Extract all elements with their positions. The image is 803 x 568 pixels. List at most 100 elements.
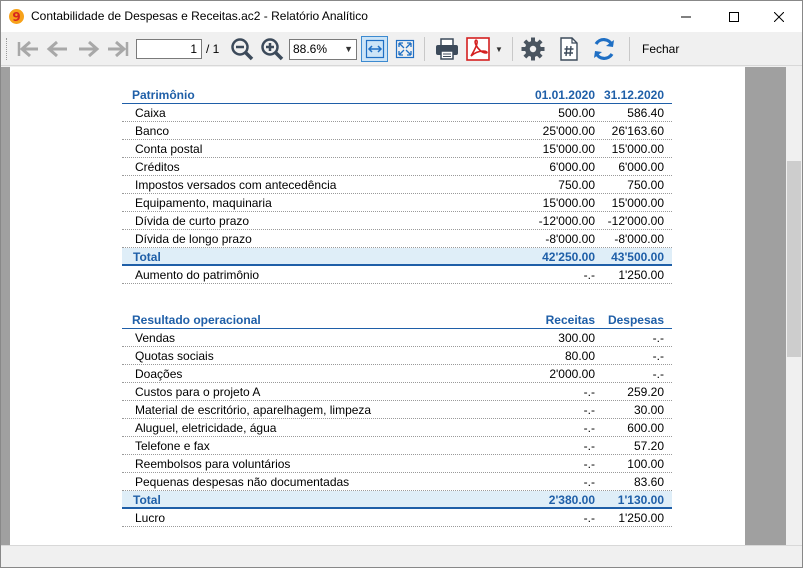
close-icon xyxy=(774,11,784,22)
app-logo-icon: 9 xyxy=(9,9,24,24)
profit-row: Lucro -.- 1'250.00 xyxy=(122,509,672,527)
close-window-button[interactable] xyxy=(756,1,802,32)
fit-width-button[interactable] xyxy=(361,36,388,62)
row-label: Quotas sociais xyxy=(135,349,214,363)
row-label: Dívida de curto prazo xyxy=(135,214,250,228)
row-value-col2: 1'250.00 xyxy=(618,511,664,525)
export-pdf-button[interactable] xyxy=(464,36,492,62)
total-label: Total xyxy=(133,493,161,507)
toolbar-grip[interactable] xyxy=(6,38,9,60)
operational-header-col2: Despesas xyxy=(607,313,664,327)
first-page-button[interactable] xyxy=(15,36,41,62)
first-page-icon xyxy=(17,40,38,58)
total-value-col1: 42'250.00 xyxy=(542,250,595,264)
row-value-col2: 1'250.00 xyxy=(618,268,664,282)
total-value-col2: 43'500.00 xyxy=(611,250,664,264)
equity-increase-row: Aumento do patrimônio -.- 1'250.00 xyxy=(122,266,672,284)
row-value-col1: 15'000.00 xyxy=(542,196,595,210)
row-value-col2: 57.20 xyxy=(633,439,664,453)
row-value-col1: 750.00 xyxy=(558,178,595,192)
status-bar xyxy=(1,545,802,567)
table-row: Aluguel, eletricidade, água -.- 600.00 xyxy=(122,419,672,437)
vertical-scrollbar[interactable] xyxy=(786,67,802,545)
page-number-input[interactable]: 1 xyxy=(136,39,202,59)
maximize-button[interactable] xyxy=(711,1,757,32)
row-value-col2: 26'163.60 xyxy=(611,124,664,138)
title-bar: 9 Contabilidade de Despesas e Receitas.a… xyxy=(1,1,802,32)
zoom-out-button[interactable] xyxy=(229,36,255,62)
toolbar: 1 / 1 88.6% ▼ ▼ Fechar xyxy=(1,32,802,66)
balance-header-col1: 01.01.2020 xyxy=(534,88,595,102)
operational-header-row: Resultado operacional Receitas Despesas xyxy=(122,311,672,329)
balance-header-label: Patrimônio xyxy=(132,88,195,102)
table-row: Créditos 6'000.00 6'000.00 xyxy=(122,158,672,176)
balance-header-col2: 31.12.2020 xyxy=(603,88,664,102)
row-label: Caixa xyxy=(135,106,166,120)
minimize-button[interactable] xyxy=(663,1,709,32)
row-value-col1: -.- xyxy=(583,268,595,282)
row-value-col2: 30.00 xyxy=(633,403,664,417)
settings-button[interactable] xyxy=(519,36,547,62)
row-value-col1: -.- xyxy=(583,385,595,399)
operational-header-label: Resultado operacional xyxy=(132,313,261,327)
table-row: Caixa 500.00 586.40 xyxy=(122,104,672,122)
toolbar-separator xyxy=(424,37,425,61)
previous-page-button[interactable] xyxy=(45,36,71,62)
row-value-col1: 500.00 xyxy=(558,106,595,120)
chevron-down-icon: ▼ xyxy=(344,44,353,54)
table-row: Telefone e fax -.- 57.20 xyxy=(122,437,672,455)
zoom-select[interactable]: 88.6% ▼ xyxy=(289,39,357,60)
row-value-col2: -.- xyxy=(652,331,664,345)
operational-header-col1: Receitas xyxy=(545,313,595,327)
row-label: Telefone e fax xyxy=(135,439,210,453)
row-label: Material de escritório, aparelhagem, lim… xyxy=(135,403,372,417)
refresh-icon xyxy=(594,38,614,60)
gear-icon xyxy=(521,37,545,61)
row-label: Lucro xyxy=(135,511,166,525)
row-value-col1: -.- xyxy=(583,457,595,471)
row-value-col1: -.- xyxy=(583,511,595,525)
row-value-col2: 6'000.00 xyxy=(618,160,664,174)
window-title: Contabilidade de Despesas e Receitas.ac2… xyxy=(31,9,368,23)
row-value-col2: -.- xyxy=(652,367,664,381)
balance-total-row: Total 42'250.00 43'500.00 xyxy=(122,248,672,266)
row-value-col2: 15'000.00 xyxy=(611,142,664,156)
last-page-button[interactable] xyxy=(105,36,131,62)
close-report-button[interactable]: Fechar xyxy=(642,42,679,56)
page-numbering-button[interactable] xyxy=(556,36,582,62)
row-value-col1: -12'000.00 xyxy=(538,214,595,228)
row-value-col2: 15'000.00 xyxy=(611,196,664,210)
zoom-in-button[interactable] xyxy=(259,36,285,62)
table-row: Banco 25'000.00 26'163.60 xyxy=(122,122,672,140)
table-row: Material de escritório, aparelhagem, lim… xyxy=(122,401,672,419)
maximize-icon xyxy=(729,11,739,22)
balance-header-row: Patrimônio 01.01.2020 31.12.2020 xyxy=(122,86,672,104)
row-value-col2: 600.00 xyxy=(627,421,664,435)
zoom-in-icon xyxy=(261,38,284,61)
print-button[interactable] xyxy=(433,36,461,62)
row-label: Banco xyxy=(135,124,170,138)
row-value-col1: 2'000.00 xyxy=(549,367,595,381)
fit-page-button[interactable] xyxy=(391,36,418,62)
row-label: Créditos xyxy=(135,160,180,174)
printer-icon xyxy=(436,38,458,60)
refresh-button[interactable] xyxy=(590,36,618,62)
table-row: Doações 2'000.00 -.- xyxy=(122,365,672,383)
row-value-col2: 750.00 xyxy=(627,178,664,192)
next-page-button[interactable] xyxy=(75,36,101,62)
table-row: Custos para o projeto A -.- 259.20 xyxy=(122,383,672,401)
row-value-col1: -.- xyxy=(583,439,595,453)
row-value-col2: -12'000.00 xyxy=(607,214,664,228)
row-label: Impostos versados com antecedência xyxy=(135,178,337,192)
export-dropdown-button[interactable]: ▼ xyxy=(493,36,505,62)
document-hash-icon xyxy=(560,37,578,61)
row-label: Doações xyxy=(135,367,183,381)
arrow-right-icon xyxy=(79,40,100,58)
table-row: Dívida de curto prazo -12'000.00 -12'000… xyxy=(122,212,672,230)
row-label: Equipamento, maquinaria xyxy=(135,196,272,210)
fit-width-icon xyxy=(365,39,384,59)
table-row: Dívida de longo prazo -8'000.00 -8'000.0… xyxy=(122,230,672,248)
svg-text:9: 9 xyxy=(12,10,20,24)
scrollbar-thumb[interactable] xyxy=(787,161,801,357)
row-value-col2: 586.40 xyxy=(627,106,664,120)
